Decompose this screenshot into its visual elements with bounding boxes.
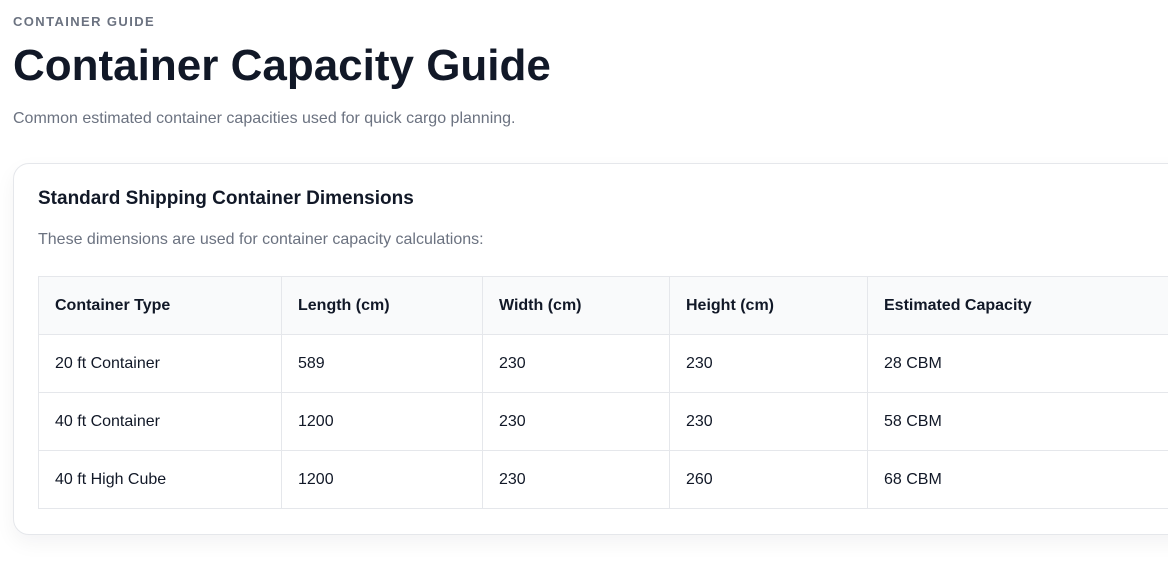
cell-estimated-capacity: 28 CBM: [867, 334, 1168, 393]
table-row: 40 ft High Cube 1200 230 260 68 CBM: [38, 450, 1168, 509]
page-eyebrow: CONTAINER GUIDE: [13, 14, 156, 29]
page-subtitle: Common estimated container capacities us…: [13, 110, 516, 127]
cell-estimated-capacity: 58 CBM: [867, 392, 1168, 451]
column-header-container-type: Container Type: [38, 276, 282, 335]
card-description: These dimensions are used for container …: [38, 231, 484, 248]
cell-estimated-capacity: 68 CBM: [867, 450, 1168, 509]
cell-width: 230: [482, 392, 670, 451]
table-row: 20 ft Container 589 230 230 28 CBM: [38, 334, 1168, 393]
column-header-height: Height (cm): [669, 276, 868, 335]
column-header-estimated-capacity: Estimated Capacity: [867, 276, 1168, 335]
table-row: 40 ft Container 1200 230 230 58 CBM: [38, 392, 1168, 451]
cell-length: 1200: [281, 450, 483, 509]
cell-length: 589: [281, 334, 483, 393]
cell-container-type: 40 ft Container: [38, 392, 282, 451]
container-dimensions-table: Container Type Length (cm) Width (cm) He…: [38, 276, 1168, 509]
page-title: Container Capacity Guide: [13, 41, 551, 90]
cell-height: 260: [669, 450, 868, 509]
cell-width: 230: [482, 334, 670, 393]
cell-height: 230: [669, 392, 868, 451]
table-header-row: Container Type Length (cm) Width (cm) He…: [38, 276, 1168, 335]
cell-container-type: 20 ft Container: [38, 334, 282, 393]
card-title: Standard Shipping Container Dimensions: [38, 188, 414, 209]
column-header-width: Width (cm): [482, 276, 670, 335]
cell-height: 230: [669, 334, 868, 393]
column-header-length: Length (cm): [281, 276, 483, 335]
cell-width: 230: [482, 450, 670, 509]
cell-length: 1200: [281, 392, 483, 451]
cell-container-type: 40 ft High Cube: [38, 450, 282, 509]
dimensions-card: Standard Shipping Container Dimensions T…: [13, 163, 1168, 535]
